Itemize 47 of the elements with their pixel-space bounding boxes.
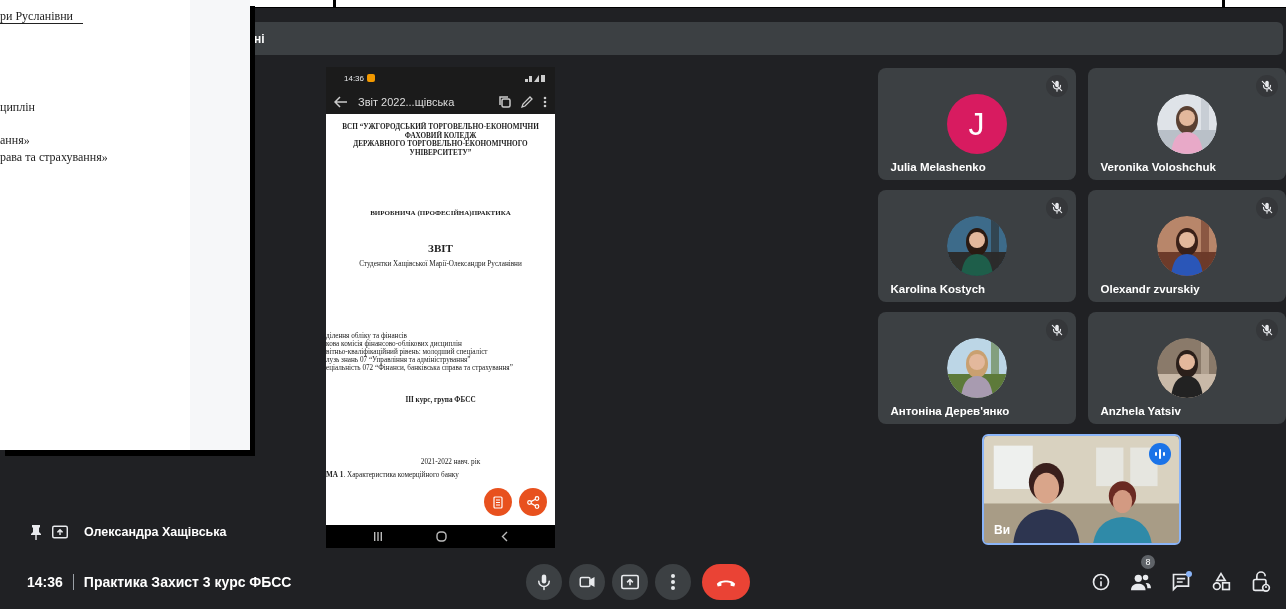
participant-count: 8 [1141, 555, 1155, 569]
more-options-button[interactable] [655, 564, 691, 600]
document-line: ри Русланівни [0, 9, 83, 24]
info-icon [1091, 572, 1111, 592]
share-icon [526, 495, 540, 509]
phone-handset-icon [715, 577, 737, 587]
end-call-button[interactable] [702, 564, 750, 600]
pencil-icon[interactable] [521, 95, 533, 108]
back-arrow-icon[interactable] [334, 95, 348, 108]
participant-name: Veronika Voloshchuk [1100, 161, 1216, 173]
document-title: Звіт 2022...щівська [358, 95, 456, 108]
participant-name: Karolina Kostych [890, 283, 986, 295]
shapes-icon [1211, 572, 1231, 592]
banner-text: ні [253, 31, 265, 46]
back-icon[interactable] [501, 531, 509, 542]
status-time: 14:36 [344, 73, 365, 83]
participant-name: Julia Melashenko [890, 161, 986, 173]
home-icon[interactable] [436, 531, 448, 542]
document-line: рава та страхування» [0, 150, 108, 164]
document-icon [493, 495, 503, 509]
avatar-initial: J [946, 94, 1007, 154]
document-heading: ЗВІТ [427, 241, 454, 256]
participant-name: Anzhela Yatsiv [1100, 405, 1181, 417]
presenter-name: Олександра Хащівська [84, 525, 227, 539]
document-line: ання» [0, 133, 30, 147]
microphone-button[interactable] [526, 564, 562, 600]
recent-apps-icon[interactable] [372, 532, 383, 541]
self-label: Ви [994, 523, 1011, 537]
meeting-title: Практика Захист 3 курс ФБСС [83, 574, 292, 590]
lock-person-icon [1251, 571, 1271, 593]
chat-icon [1171, 572, 1191, 592]
present-screen-icon [620, 573, 640, 591]
copy-icon[interactable] [499, 95, 511, 108]
signal-battery-icon [525, 74, 545, 82]
present-button[interactable] [612, 564, 648, 600]
people-icon [1130, 572, 1152, 592]
meeting-time: 14:36 [27, 574, 63, 590]
document-line: циплін [0, 100, 35, 114]
pin-icon[interactable] [30, 524, 42, 540]
participant-name: Olexandr zvurskiy [1100, 283, 1200, 295]
microphone-icon [535, 573, 553, 591]
more-options-icon [670, 573, 676, 591]
participant-name: Антоніна Дерев'янко [890, 405, 1010, 417]
present-screen-icon [51, 524, 69, 540]
notification-icon [367, 74, 376, 82]
camera-button[interactable] [569, 564, 605, 600]
more-options-icon[interactable] [543, 95, 547, 108]
